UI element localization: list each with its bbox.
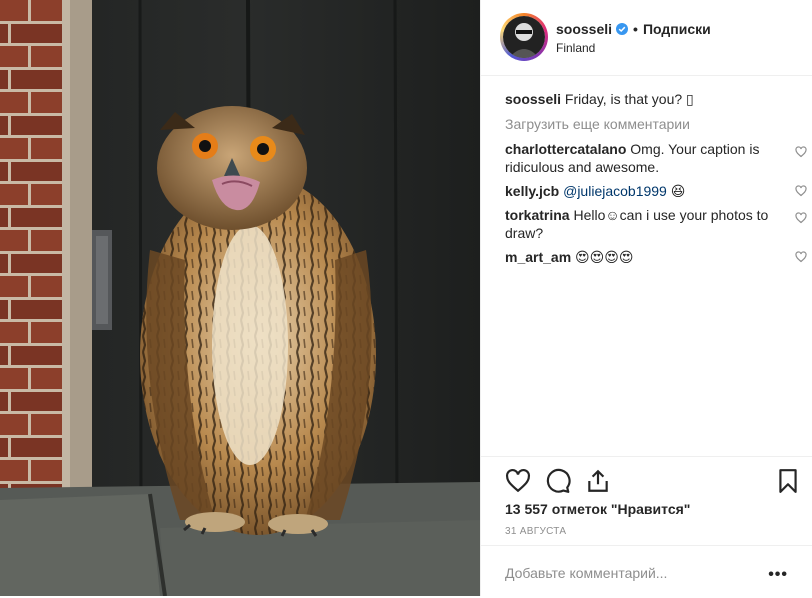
header-user-line: soosseli • Подписки — [556, 21, 711, 37]
comment-like-heart-icon[interactable] — [795, 251, 807, 263]
add-comment-bar: ••• — [481, 545, 812, 598]
comment-item: kelly.jcb @juliejacob1999 😆 — [505, 182, 807, 200]
avatar-image[interactable] — [503, 16, 545, 58]
comment-like-heart-icon[interactable] — [795, 185, 807, 197]
comments-list: soosseli Friday, is that you? ▯ Загрузит… — [505, 90, 807, 272]
add-comment-input[interactable] — [505, 565, 735, 581]
post-side-panel: soosseli • Подписки Finland soosseli Fri… — [480, 0, 812, 596]
comment-text: 😍😍😍😍 — [575, 249, 634, 265]
header-username[interactable]: soosseli — [556, 21, 612, 37]
comment-item: torkatrina Hello☺can i use your photos t… — [505, 206, 807, 242]
action-bar — [505, 468, 801, 496]
avatar[interactable] — [500, 13, 548, 61]
user-avatar-icon — [503, 16, 545, 58]
comment-like-heart-icon[interactable] — [795, 212, 807, 224]
comment-item: charlottercatalano Omg. Your caption is … — [505, 140, 807, 176]
instagram-post: soosseli • Подписки Finland soosseli Fri… — [0, 0, 812, 596]
verified-badge-icon — [616, 23, 629, 35]
comment-text: 😆 — [670, 183, 686, 199]
post-header: soosseli • Подписки Finland — [481, 0, 812, 76]
heart-icon[interactable] — [505, 468, 531, 494]
header-separator: • — [633, 21, 638, 37]
comment-like-heart-icon[interactable] — [795, 146, 807, 158]
likes-count[interactable]: 13 557 отметок "Нравится" — [505, 501, 690, 517]
caption: soosseli Friday, is that you? ▯ — [505, 90, 799, 108]
caption-text: Friday, is that you? ▯ — [564, 91, 694, 107]
comment-item: m_art_am 😍😍😍😍 — [505, 248, 807, 266]
comment-username[interactable]: m_art_am — [505, 249, 571, 265]
comment-username[interactable]: charlottercatalano — [505, 141, 626, 157]
more-options-icon[interactable]: ••• — [768, 566, 788, 584]
post-photo[interactable] — [0, 0, 480, 596]
post-date[interactable]: 31 АВГУСТА — [505, 526, 566, 537]
comment-username[interactable]: kelly.jcb — [505, 183, 559, 199]
post-footer: 13 557 отметок "Нравится" 31 АВГУСТА ••• — [481, 456, 812, 583]
bookmark-icon[interactable] — [775, 468, 801, 494]
location-link[interactable]: Finland — [556, 41, 595, 55]
caption-username[interactable]: soosseli — [505, 91, 561, 107]
owl-photo-illustration — [0, 0, 480, 596]
comment-username[interactable]: torkatrina — [505, 207, 570, 223]
comment-mention-link[interactable]: @juliejacob1999 — [563, 183, 667, 199]
share-icon[interactable] — [585, 468, 611, 494]
load-more-comments-button[interactable]: Загрузить еще комментарии — [505, 116, 799, 132]
comment-bubble-icon[interactable] — [545, 468, 571, 494]
following-button[interactable]: Подписки — [643, 21, 711, 37]
